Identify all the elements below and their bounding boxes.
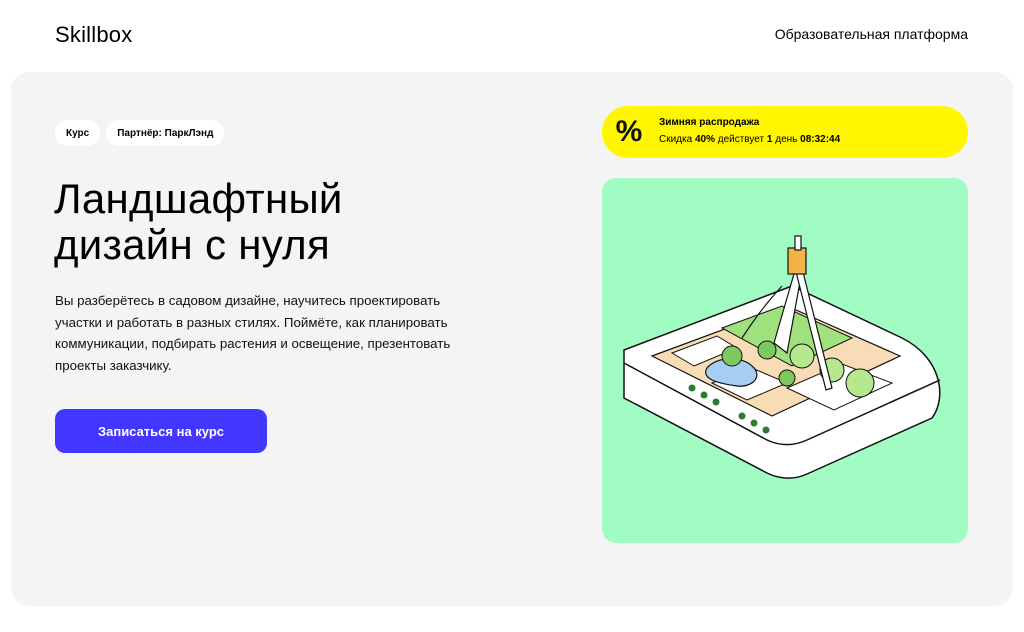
description-line: коммуникации, подбирать растения и освещ… xyxy=(55,336,451,351)
skillbox-logo[interactable]: Skillbox xyxy=(55,22,132,48)
sale-text-prefix: Скидка xyxy=(659,134,695,145)
course-description: Вы разберётесь в садовом дизайне, научит… xyxy=(55,290,515,376)
description-line: участки и работать в разных стилях. Пойм… xyxy=(55,314,448,330)
description-line: проекты заказчику. xyxy=(55,357,172,373)
sale-timer: 08:32:44 xyxy=(800,134,841,145)
sale-text: Скидка 40% действует 1 день 08:32:44 xyxy=(659,134,840,145)
description-line: Вы разберётесь в садовом дизайне, научит… xyxy=(55,293,441,308)
tag-course: Курс xyxy=(55,120,101,146)
course-title-line: Ландшафтный xyxy=(54,175,343,222)
tag-partner: Партнёр: ПаркЛэнд xyxy=(106,120,225,146)
sale-banner[interactable]: % Зимняя распродажа Скидка 40% действует… xyxy=(602,106,968,158)
course-title-line: дизайн с нуля xyxy=(54,221,330,268)
sale-text-days-word: день xyxy=(772,134,801,145)
garden-plan-illustration xyxy=(602,178,968,543)
garden-plan-with-compass-icon xyxy=(623,235,941,479)
sale-discount: 40% xyxy=(694,134,715,145)
tag-list: Курс Партнёр: ПаркЛэнд xyxy=(55,120,225,146)
course-hero: Курс Партнёр: ПаркЛэнд Ландшафтный дизай… xyxy=(11,72,1013,606)
platform-label: Образовательная платформа xyxy=(774,26,968,42)
enroll-button[interactable]: Записаться на курс xyxy=(55,409,267,453)
sale-text-middle: действует xyxy=(714,134,767,145)
percent-icon: % xyxy=(615,115,643,148)
course-title: Ландшафтный дизайн с нуля xyxy=(54,176,574,268)
header: Skillbox Образовательная платформа xyxy=(0,0,1024,72)
sale-title: Зимняя распродажа xyxy=(659,117,760,128)
